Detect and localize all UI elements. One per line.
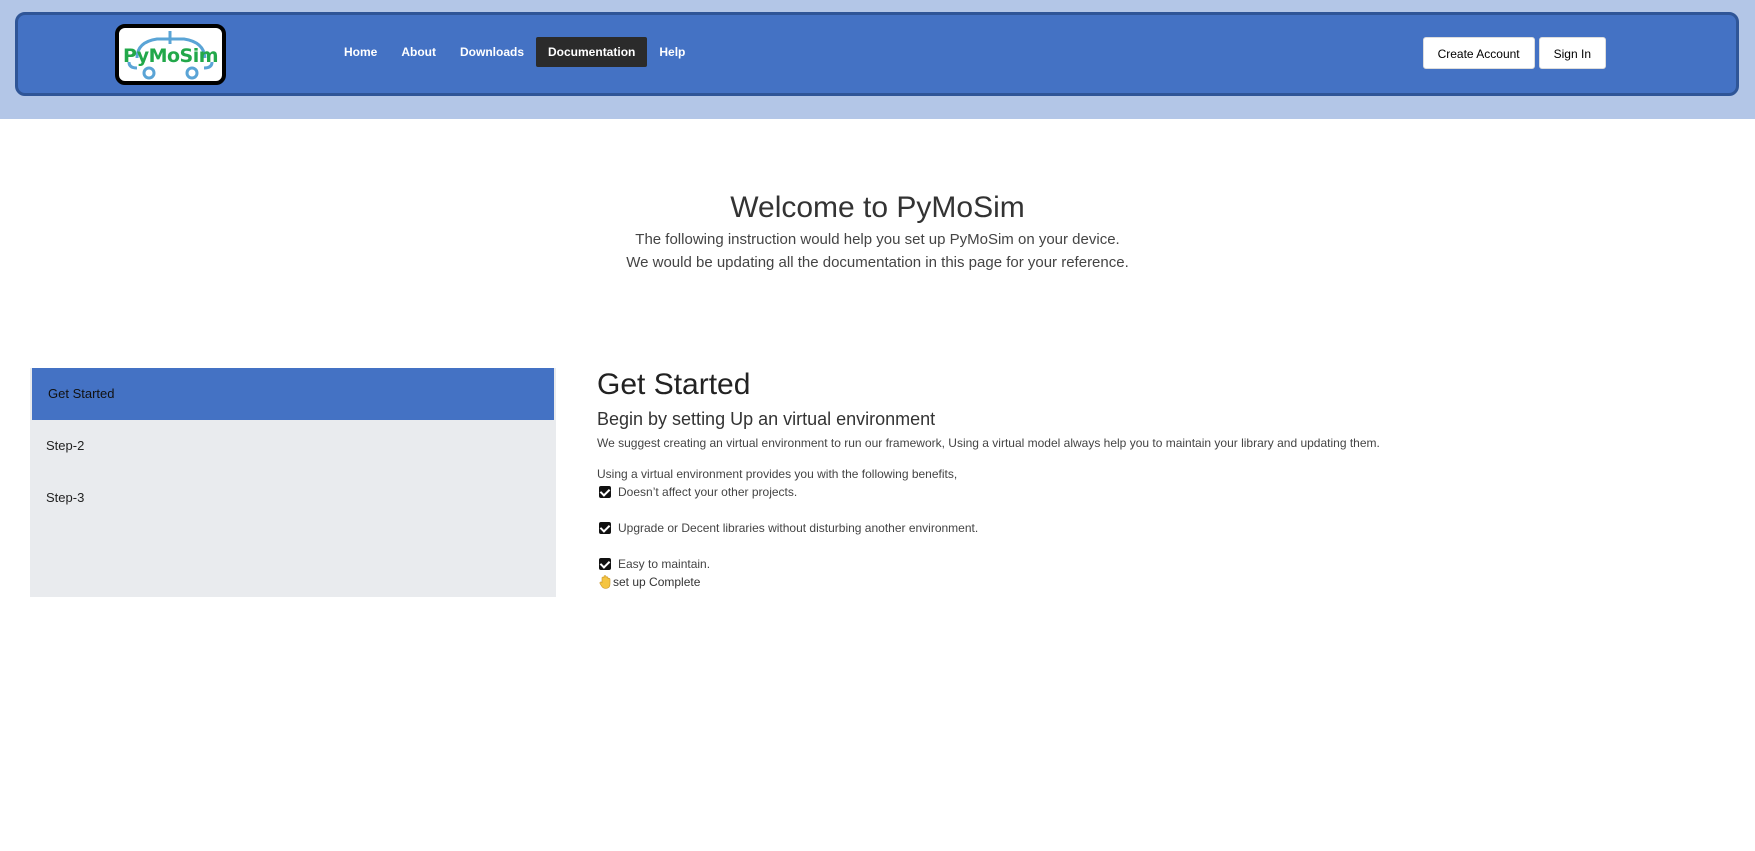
benefit-text: Doesn’t affect your other projects.: [618, 485, 798, 499]
nav-help[interactable]: Help: [647, 37, 697, 67]
hero-line-1: The following instruction would help you…: [635, 231, 1120, 248]
sign-in-button[interactable]: Sign In: [1538, 37, 1606, 69]
benefit-item: Easy to maintain.: [597, 555, 1597, 573]
sidebar-item-get-started[interactable]: Get Started: [32, 368, 554, 420]
nav-about[interactable]: About: [389, 37, 448, 67]
benefits-intro: Using a virtual environment provides you…: [597, 467, 958, 481]
checkbox-checked-icon[interactable]: [599, 558, 611, 570]
navbar: PyMoSim Home About Downloads Documentati…: [15, 12, 1739, 96]
checkbox-checked-icon[interactable]: [599, 486, 611, 498]
section-subtitle: Begin by setting Up an virtual environme…: [597, 409, 936, 429]
section-title: Get Started: [597, 368, 751, 401]
hero-line-2: We would be updating all the documentati…: [626, 254, 1129, 271]
sidebar-item-step-2[interactable]: Step-2: [30, 420, 556, 472]
setup-complete-text: set up Complete: [613, 575, 701, 589]
setup-complete: set up Complete: [597, 573, 1597, 591]
nav-documentation[interactable]: Documentation: [536, 37, 648, 67]
doc-content: Get Started Begin by setting Up an virtu…: [597, 366, 1597, 591]
pymosim-logo[interactable]: PyMoSim: [115, 24, 226, 85]
benefit-text: Easy to maintain.: [618, 557, 711, 571]
benefit-text: Upgrade or Decent libraries without dist…: [618, 521, 979, 535]
auth-buttons: Create Account Sign In: [1422, 37, 1606, 69]
hand-emoji-icon: [599, 575, 611, 589]
page-title: Welcome to PyMoSim: [730, 191, 1025, 224]
create-account-button[interactable]: Create Account: [1422, 37, 1535, 69]
docs-sidebar: Get Started Step-2 Step-3: [30, 368, 556, 597]
main-nav: Home About Downloads Documentation Help: [332, 37, 697, 67]
logo-text: PyMoSim: [122, 45, 219, 67]
checkbox-checked-icon[interactable]: [599, 522, 611, 534]
benefit-item: Upgrade or Decent libraries without dist…: [597, 519, 1597, 537]
benefit-item: Doesn’t affect your other projects.: [597, 483, 1597, 501]
hero-section: Welcome to PyMoSim The following instruc…: [0, 188, 1755, 274]
sidebar-item-step-3[interactable]: Step-3: [30, 472, 556, 524]
nav-home[interactable]: Home: [332, 37, 389, 67]
section-paragraph: We suggest creating an virtual environme…: [597, 436, 1380, 450]
nav-downloads[interactable]: Downloads: [448, 37, 536, 67]
